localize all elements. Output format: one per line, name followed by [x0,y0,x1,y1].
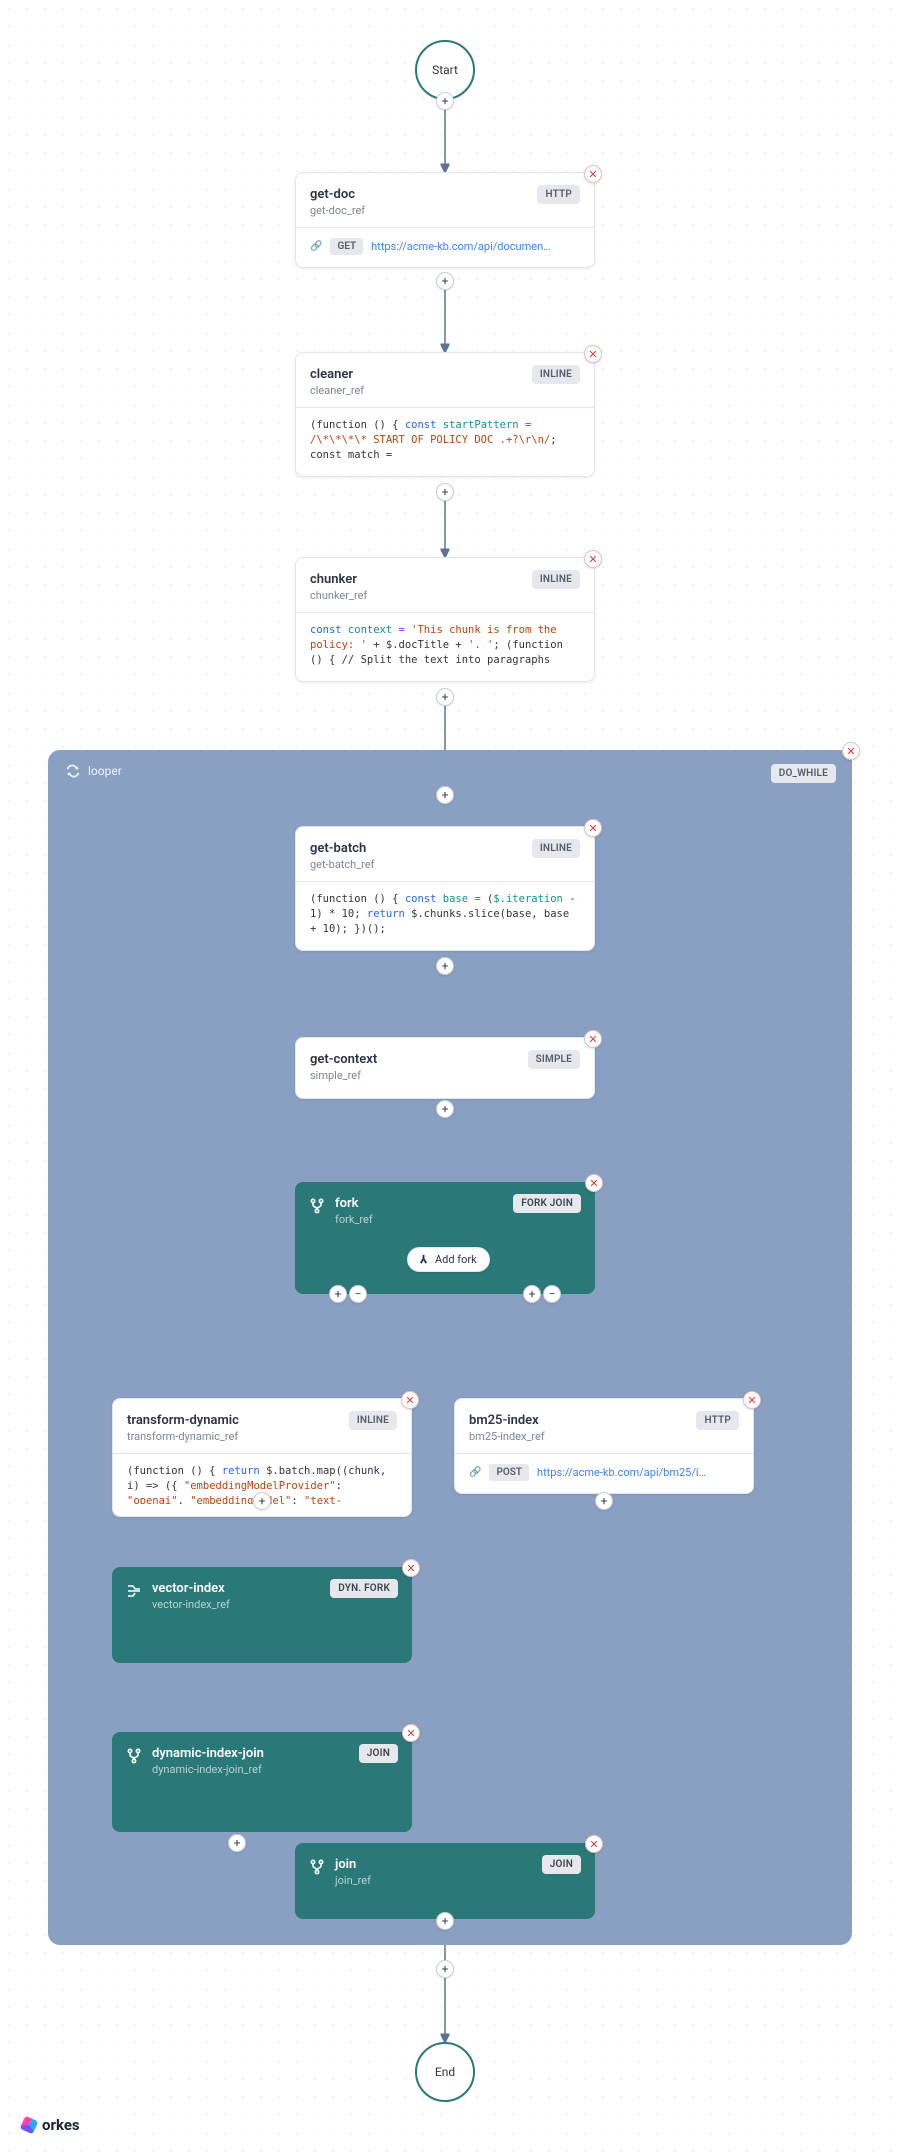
task-get-batch[interactable]: ✕ get-batch get-batch_ref INLINE (functi… [295,826,595,951]
fork-icon [309,1198,325,1214]
add-task-handle[interactable] [436,957,454,975]
task-type-badge: SIMPLE [528,1050,580,1069]
add-task-handle[interactable] [523,1285,541,1303]
task-type-badge: DYN. FORK [330,1579,398,1598]
add-task-handle[interactable] [436,483,454,501]
task-ref: transform-dynamic_ref [127,1430,397,1443]
close-icon[interactable]: ✕ [584,345,602,363]
close-icon[interactable]: ✕ [585,1835,603,1853]
add-fork-label: Add fork [435,1253,477,1266]
http-method: GET [330,238,363,255]
orkes-logo-mark [20,2116,39,2135]
add-task-handle[interactable] [436,786,454,804]
remove-branch-handle[interactable] [543,1285,561,1303]
task-ref: dynamic-index-join_ref [152,1763,264,1776]
task-title: join [335,1857,371,1872]
close-icon[interactable]: ✕ [842,742,860,760]
http-method: POST [489,1464,529,1481]
add-task-handle[interactable] [436,1912,454,1930]
task-ref: get-batch_ref [310,858,580,871]
loop-icon [66,764,80,778]
task-ref: vector-index_ref [152,1598,230,1611]
task-title: fork [335,1196,373,1211]
task-ref: fork_ref [335,1213,373,1226]
workflow-canvas[interactable]: Start ✕ get-doc get-doc_ref HTTP 🔗 GET h… [0,0,900,2154]
task-title: dynamic-index-join [152,1746,264,1761]
task-chunker[interactable]: ✕ chunker chunker_ref INLINE const conte… [295,557,595,682]
close-icon[interactable]: ✕ [402,1559,420,1577]
close-icon[interactable]: ✕ [402,1724,420,1742]
end-node: End [415,2042,475,2102]
task-ref: bm25-index_ref [469,1430,739,1443]
fork-branch-icon [418,1254,429,1265]
http-url: https://acme-kb.com/api/bm25/i… [537,1466,739,1479]
add-task-handle[interactable] [228,1834,246,1852]
task-type-badge: INLINE [532,365,580,384]
add-task-handle[interactable] [436,92,454,110]
task-title: vector-index [152,1581,230,1596]
remove-branch-handle[interactable] [349,1285,367,1303]
start-label: Start [432,63,458,77]
dynamic-fork-icon [126,1583,142,1599]
orkes-logo: orkes [22,2116,80,2134]
close-icon[interactable]: ✕ [401,1391,419,1409]
close-icon[interactable]: ✕ [584,550,602,568]
link-icon: 🔗 [310,241,322,252]
task-type-badge: INLINE [349,1411,397,1430]
task-type-badge: JOIN [542,1855,581,1874]
end-label: End [435,2065,455,2079]
task-type-badge: HTTP [537,185,580,204]
task-type-badge: HTTP [696,1411,739,1430]
task-type-badge: DO_WHILE [771,764,836,783]
add-task-handle[interactable] [436,1100,454,1118]
inline-code: (function () { const startPattern = /\*\… [310,418,580,464]
task-type-badge: JOIN [359,1744,398,1763]
close-icon[interactable]: ✕ [584,165,602,183]
task-type-badge: INLINE [532,839,580,858]
task-bm25-index[interactable]: ✕ bm25-index bm25-index_ref HTTP 🔗 POST … [454,1398,754,1494]
looper-header: looper [66,764,122,778]
add-task-handle[interactable] [436,688,454,706]
task-type-badge: FORK JOIN [513,1194,581,1213]
add-task-handle[interactable] [595,1492,613,1510]
inline-code: const context = 'This chunk is from the … [310,623,580,669]
task-type-badge: INLINE [532,570,580,589]
add-task-handle[interactable] [436,272,454,290]
join-icon [126,1748,142,1764]
add-fork-button[interactable]: Add fork [407,1247,490,1272]
task-vector-index[interactable]: ✕ DYN. FORK vector-index vector-index_re… [112,1567,412,1663]
task-ref: cleaner_ref [310,384,580,397]
task-get-context[interactable]: ✕ get-context simple_ref SIMPLE [295,1037,595,1099]
task-ref: join_ref [335,1874,371,1887]
close-icon[interactable]: ✕ [743,1391,761,1409]
http-url: https://acme-kb.com/api/documen… [371,240,580,253]
task-ref: get-doc_ref [310,204,580,217]
join-icon [309,1859,325,1875]
task-ref: chunker_ref [310,589,580,602]
task-get-doc[interactable]: ✕ get-doc get-doc_ref HTTP 🔗 GET https:/… [295,172,595,268]
add-task-handle[interactable] [253,1492,271,1510]
close-icon[interactable]: ✕ [584,819,602,837]
start-node: Start [415,40,475,100]
add-task-handle[interactable] [329,1285,347,1303]
task-join[interactable]: ✕ JOIN join join_ref [295,1843,595,1919]
task-cleaner[interactable]: ✕ cleaner cleaner_ref INLINE (function (… [295,352,595,477]
inline-code: (function () { const base = ($.iteration… [310,892,580,938]
close-icon[interactable]: ✕ [584,1030,602,1048]
looper-title: looper [88,764,122,778]
close-icon[interactable]: ✕ [585,1174,603,1192]
task-dynamic-index-join[interactable]: ✕ JOIN dynamic-index-join dynamic-index-… [112,1732,412,1832]
add-task-handle[interactable] [436,1960,454,1978]
task-fork[interactable]: ✕ FORK JOIN fork fork_ref [295,1182,595,1294]
task-ref: simple_ref [310,1069,580,1082]
orkes-logo-text: orkes [42,2116,80,2134]
link-icon: 🔗 [469,1467,481,1478]
